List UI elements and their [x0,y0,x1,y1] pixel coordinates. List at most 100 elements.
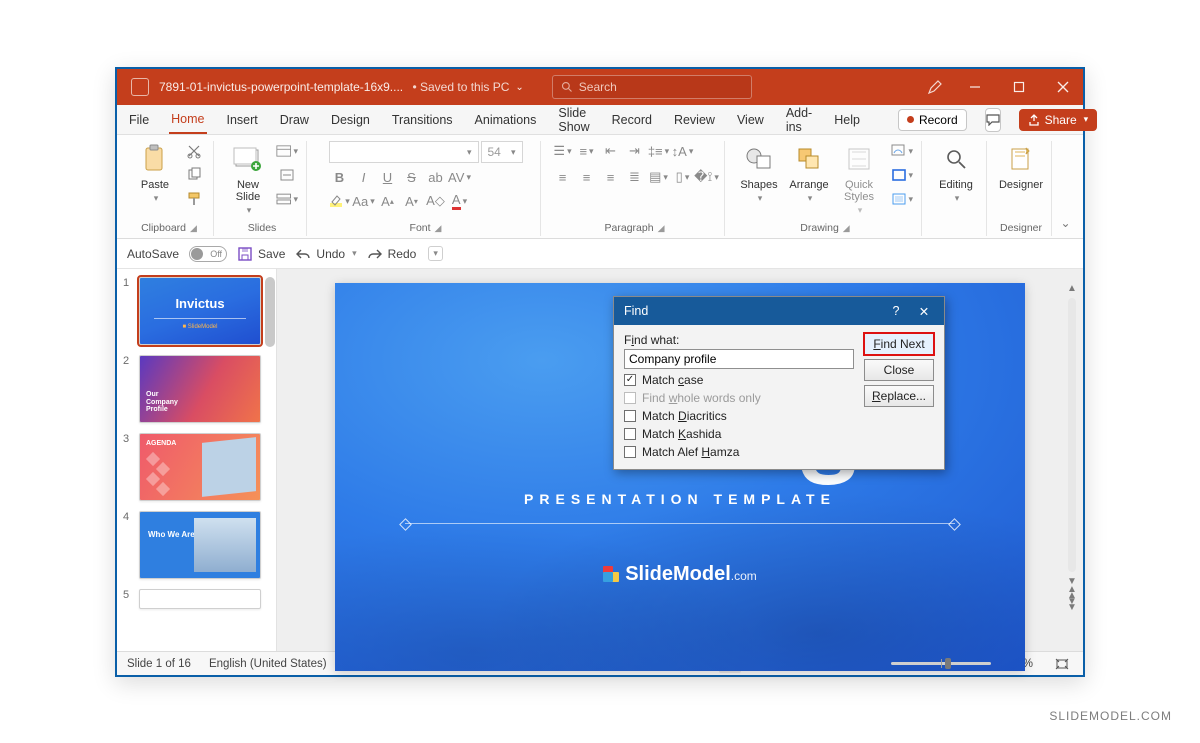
slide-counter[interactable]: Slide 1 of 16 [127,658,191,670]
bold-button[interactable]: B [329,167,351,187]
change-case-button[interactable]: Aa▾ [353,191,375,211]
layout-button[interactable]: ▾ [276,141,298,161]
pencil-icon[interactable] [919,69,951,105]
shapes-button[interactable]: Shapes▾ [737,141,781,204]
undo-button[interactable]: Undo▾ [295,247,356,261]
justify-button[interactable]: ≣ [624,167,646,187]
zoom-slider[interactable] [891,662,991,665]
thumbnail-1[interactable]: 1 Invictus■ SlideModel [123,277,270,345]
match-alef-hamza-checkbox[interactable]: Match Alef Hamza [624,445,854,459]
thumbnail-5[interactable]: 5 [123,589,270,609]
thumbnail-3[interactable]: 3 AGENDA [123,433,270,501]
italic-button[interactable]: I [353,167,375,187]
thumbnail-2[interactable]: 2 Our Company Profile [123,355,270,423]
save-button[interactable]: Save [237,246,285,262]
autosave-toggle[interactable]: Off [189,246,227,262]
shape-outline-button[interactable]: ▾ [891,165,913,185]
new-slide-button[interactable]: New Slide▾ [226,141,270,216]
shrink-font-button[interactable]: A▾ [401,191,423,211]
match-diacritics-checkbox[interactable]: Match Diacritics [624,409,854,423]
reset-button[interactable] [276,165,298,185]
text-direction-button[interactable]: ↕A▾ [672,141,694,161]
indent-right-button[interactable]: ⇥ [624,141,646,161]
tab-transitions[interactable]: Transitions [390,107,455,133]
language-status[interactable]: English (United States) [209,658,327,670]
next-slide-button[interactable]: ▼▼ [1067,599,1077,611]
align-right-button[interactable]: ≡ [600,167,622,187]
align-left-button[interactable]: ≡ [552,167,574,187]
arrange-button[interactable]: Arrange▾ [787,141,831,204]
collapse-ribbon-button[interactable]: ⌄ [1056,216,1075,236]
fit-window-button[interactable] [1051,655,1073,673]
align-center-button[interactable]: ≡ [576,167,598,187]
designer-button[interactable]: Designer [999,141,1043,191]
redo-icon [367,247,383,261]
close-icon[interactable]: ✕ [910,304,938,319]
font-color-button[interactable]: A▾ [449,191,471,211]
undo-icon [295,247,311,261]
char-spacing-button[interactable]: AV▾ [449,167,471,187]
scroll-up-icon[interactable]: ▲ [1067,283,1077,294]
find-what-label: Find what: [624,333,854,347]
strike-button[interactable]: S [401,167,423,187]
highlight-button[interactable]: ▾ [329,191,351,211]
thumbnail-4[interactable]: 4 Who We Are? [123,511,270,579]
close-button[interactable] [1043,69,1083,105]
tab-addins[interactable]: Add-ins [784,100,814,140]
minimize-button[interactable] [955,69,995,105]
search-input[interactable]: Search [552,75,752,99]
tab-review[interactable]: Review [672,107,717,133]
tab-record[interactable]: Record [610,107,654,133]
thumbnail-scrollbar[interactable] [265,277,275,347]
replace-button[interactable]: Replace... [864,385,934,407]
copy-button[interactable] [183,165,205,185]
comments-button[interactable] [985,108,1001,132]
paste-button[interactable]: Paste▾ [133,141,177,204]
vertical-scrollbar[interactable]: ▲ ▼ ▲▲ ▼▼ [1065,283,1079,611]
tab-draw[interactable]: Draw [278,107,311,133]
redo-button[interactable]: Redo [367,247,417,261]
tab-home[interactable]: Home [169,106,206,134]
smartart-button[interactable]: �⟟▾ [696,167,718,187]
clear-format-button[interactable]: A◇ [425,191,447,211]
bullets-button[interactable]: ☰▾ [552,141,574,161]
shadow-button[interactable]: ab [425,167,447,187]
tab-slideshow[interactable]: Slide Show [556,100,591,140]
chevron-down-icon[interactable]: ⌄ [515,82,523,93]
shape-effects-button[interactable]: ▾ [891,189,913,209]
line-spacing-button[interactable]: ‡≡▾ [648,141,670,161]
format-painter-button[interactable] [183,189,205,209]
tab-file[interactable]: File [127,107,151,133]
font-size-select[interactable]: 54▾ [481,141,523,163]
powerpoint-icon [131,78,149,96]
tab-design[interactable]: Design [329,107,372,133]
numbering-button[interactable]: ≡▾ [576,141,598,161]
tab-insert[interactable]: Insert [225,107,260,133]
share-button[interactable]: Share▾ [1019,109,1098,131]
grow-font-button[interactable]: A▴ [377,191,399,211]
align-text-button[interactable]: ▯▾ [672,167,694,187]
match-kashida-checkbox[interactable]: Match Kashida [624,427,854,441]
shape-fill-button[interactable]: ▾ [891,141,913,161]
font-family-select[interactable]: ▾ [329,141,479,163]
find-next-button[interactable]: Find Next [864,333,934,355]
section-button[interactable]: ▾ [276,189,298,209]
close-button-dialog[interactable]: Close [864,359,934,381]
match-case-checkbox[interactable]: ✓Match case [624,373,854,387]
quick-styles-button[interactable]: Quick Styles▾ [837,141,881,216]
maximize-button[interactable] [999,69,1039,105]
record-button[interactable]: Record [898,109,967,131]
underline-button[interactable]: U [377,167,399,187]
ribbon: Paste▾ Clipboard◢ New Slide▾ ▾ [117,135,1083,239]
qat-overflow-button[interactable]: ▾ [428,246,443,261]
help-button[interactable]: ? [882,304,910,318]
find-dialog-titlebar[interactable]: Find ? ✕ [614,297,944,325]
indent-left-button[interactable]: ⇤ [600,141,622,161]
columns-button[interactable]: ▤▾ [648,167,670,187]
tab-view[interactable]: View [735,107,766,133]
editing-button[interactable]: Editing▾ [934,141,978,204]
tab-animations[interactable]: Animations [473,107,539,133]
tab-help[interactable]: Help [832,107,862,133]
find-what-input[interactable] [624,349,854,369]
cut-button[interactable] [183,141,205,161]
